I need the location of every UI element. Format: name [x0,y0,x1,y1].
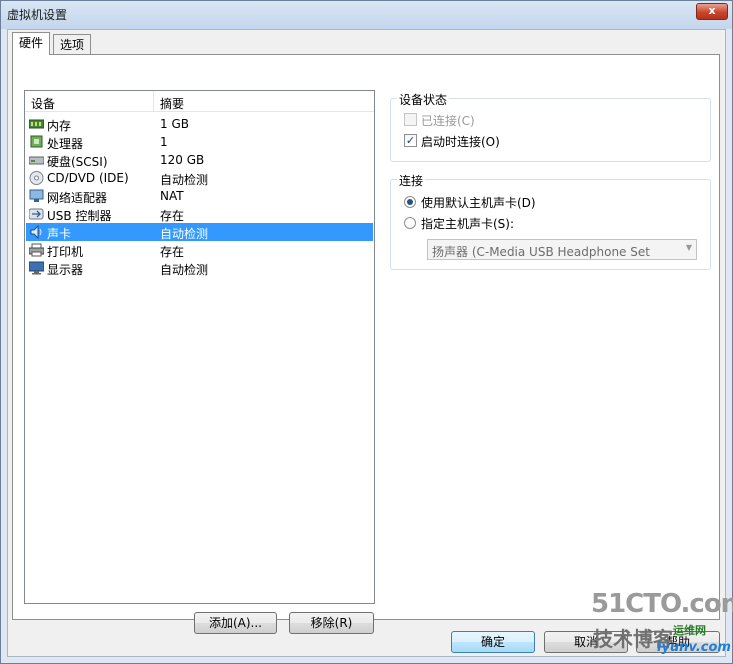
hard-disk-icon [29,156,44,165]
column-divider[interactable] [153,91,154,111]
device-name: 打印机 [47,245,84,259]
device-list[interactable]: 设备 摘要 内存 1 GB 处理器 1 硬盘(SCSI) 120 GB CD/D… [24,90,375,604]
device-row-network-adapter[interactable]: 网络适配器 NAT [26,187,373,205]
close-icon: x [708,4,716,17]
connected-label: 已连接(C) [421,114,475,128]
device-name: 网络适配器 [47,191,108,205]
tab-options[interactable]: 选项 [53,34,92,54]
device-summary: 存在 [160,209,185,223]
connection-group: 连接 使用默认主机声卡(D) 指定主机声卡(S): 扬声器 (C-Media U… [390,172,711,270]
host-sound-card-select[interactable]: 扬声器 (C-Media USB Headphone Set ▼ [427,239,697,260]
use-default-sound-card-radio[interactable] [404,196,416,208]
device-summary: 自动检测 [160,263,209,277]
checkmark-icon: ✓ [405,134,416,147]
device-summary: 自动检测 [160,173,209,187]
printer-icon [29,243,44,257]
device-name: 处理器 [47,137,84,151]
device-summary: 1 GB [160,117,189,131]
device-row-cd-dvd[interactable]: CD/DVD (IDE) 自动检测 [26,169,373,187]
device-name: 显示器 [47,263,84,277]
watermark-tag: 运维网 [673,624,706,637]
device-row-usb-controller[interactable]: USB 控制器 存在 [26,205,373,223]
host-sound-card-value: 扬声器 (C-Media USB Headphone Set [432,245,650,259]
watermark-brand: 51CTO.com [591,589,733,619]
network-adapter-icon [29,189,44,202]
add-device-button[interactable]: 添加(A)... [194,612,277,634]
memory-icon [29,119,44,129]
use-default-sound-card-label: 使用默认主机声卡(D) [421,196,536,210]
device-row-memory[interactable]: 内存 1 GB [26,115,373,133]
device-name: 内存 [47,119,72,133]
connected-checkbox[interactable] [404,113,417,126]
dialog-body: 硬件 选项 设备 摘要 内存 1 GB 处理器 1 硬盘(SCSI) 120 G… [7,29,726,657]
chevron-down-icon: ▼ [685,243,692,252]
title-bar[interactable]: 虚拟机设置 x [1,1,732,27]
device-row-hard-disk[interactable]: 硬盘(SCSI) 120 GB [26,151,373,169]
column-header-device[interactable]: 设备 [31,95,55,112]
window-title: 虚拟机设置 [7,8,68,22]
ok-button[interactable]: 确定 [451,631,535,653]
device-summary: 120 GB [160,153,205,167]
device-status-group: 设备状态 已连接(C) ✓ 启动时连接(O) [390,91,711,162]
watermark: 51CTO.com 技术博客 运维网 iyunv.com [591,589,733,659]
tab-hardware[interactable]: 硬件 [12,32,51,55]
device-summary: 1 [160,135,168,149]
specify-sound-card-label: 指定主机声卡(S): [421,217,515,231]
usb-icon [29,208,44,220]
remove-device-button[interactable]: 移除(R) [289,612,374,634]
processor-icon [30,135,43,148]
list-header: 设备 摘要 [25,91,374,112]
display-icon [29,261,44,275]
connect-at-power-on-checkbox[interactable]: ✓ [404,134,417,147]
device-summary: 存在 [160,245,185,259]
connect-at-power-on-label: 启动时连接(O) [421,135,500,149]
cd-dvd-icon [29,171,44,185]
specify-sound-card-radio[interactable] [404,217,416,229]
hardware-panel: 设备 摘要 内存 1 GB 处理器 1 硬盘(SCSI) 120 GB CD/D… [12,54,720,634]
device-row-sound-card[interactable]: 声卡 自动检测 [26,223,373,241]
column-header-summary[interactable]: 摘要 [160,95,184,112]
sound-card-icon [30,225,42,239]
close-button[interactable]: x [696,3,728,20]
watermark-url: iyunv.com [657,640,731,655]
device-row-display[interactable]: 显示器 自动检测 [26,259,373,277]
device-summary: 自动检测 [160,227,209,241]
device-name: 硬盘(SCSI) [47,155,108,169]
vm-settings-window: 虚拟机设置 x 硬件 选项 设备 摘要 内存 1 GB 处理器 1 硬盘(SCS… [0,0,733,664]
connection-title: 连接 [397,172,426,189]
device-status-title: 设备状态 [397,91,450,108]
device-name: USB 控制器 [47,209,112,223]
device-row-processor[interactable]: 处理器 1 [26,133,373,151]
device-summary: NAT [160,189,184,203]
device-name: 声卡 [47,227,72,241]
device-name: CD/DVD (IDE) [47,171,129,185]
device-row-printer[interactable]: 打印机 存在 [26,241,373,259]
